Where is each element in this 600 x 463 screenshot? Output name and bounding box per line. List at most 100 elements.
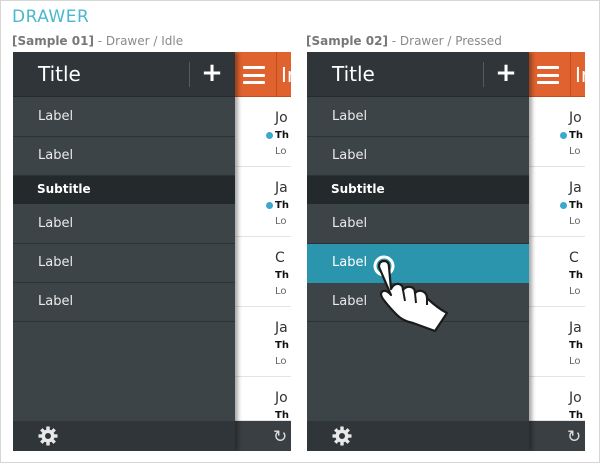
app-footer: ↻ — [235, 421, 291, 451]
drawer-item-label: Label — [38, 294, 74, 309]
app-title: In — [281, 63, 291, 87]
pointing-hand-icon — [369, 253, 455, 333]
drawer-item-label: Label — [332, 255, 368, 270]
app-header: In — [529, 52, 585, 97]
app-header-divider — [276, 52, 277, 97]
message-row[interactable]: JoThLo — [235, 378, 291, 437]
drawer-item-label: Label — [38, 109, 74, 124]
message-preview: Lo — [275, 216, 287, 227]
drawer-header-divider — [189, 62, 190, 87]
drawer-subtitle-label: Subtitle — [37, 182, 91, 196]
message-subject: Th — [569, 340, 583, 351]
message-row[interactable]: Ja Th Lo — [529, 168, 585, 237]
message-subject: Th — [275, 340, 289, 351]
sample-desc: - Drawer / Pressed — [387, 34, 502, 48]
message-row[interactable]: Jo Th Lo — [529, 98, 585, 167]
message-sender: C — [569, 250, 579, 266]
message-subject: Th — [275, 410, 289, 421]
message-preview: Lo — [275, 356, 287, 367]
message-sender: Ja — [569, 320, 582, 336]
hamburger-icon[interactable] — [243, 66, 265, 84]
message-preview: Lo — [569, 146, 581, 157]
message-sender: Ja — [275, 180, 288, 196]
drawer-item-label: Label — [332, 109, 368, 124]
message-row[interactable]: C Th Lo — [235, 238, 291, 307]
message-sender: C — [275, 250, 285, 266]
message-row[interactable]: Ja Th Lo — [235, 168, 291, 237]
drawer-item-label: Label — [38, 216, 74, 231]
message-sender: Jo — [275, 110, 288, 126]
message-sender: Jo — [569, 390, 582, 406]
drawer-footer — [13, 421, 235, 451]
app-header: In — [235, 52, 291, 97]
hamburger-icon[interactable] — [537, 66, 559, 84]
drawer-item[interactable]: Label — [307, 98, 529, 137]
app-header-divider — [570, 52, 571, 97]
plus-icon[interactable]: + — [493, 58, 519, 88]
message-subject: Th — [569, 270, 583, 281]
drawer-item-label: Label — [332, 216, 368, 231]
background-app: InJoThLoJaThLoCThLoJaThLoJoThLo↻ — [529, 52, 585, 451]
message-row[interactable]: JoThLo — [235, 98, 291, 167]
drawer-footer — [307, 421, 529, 451]
drawer-item[interactable]: Label — [13, 205, 235, 244]
drawer-item[interactable]: Label — [13, 244, 235, 283]
message-preview: Lo — [275, 286, 287, 297]
drawer-header: Title + — [307, 52, 529, 97]
message-preview: Lo — [569, 216, 581, 227]
message-subject: Th — [275, 200, 289, 211]
sample-tag: [Sample 01] — [12, 34, 94, 48]
message-subject: Th — [569, 200, 583, 211]
unread-indicator — [266, 132, 273, 139]
drawer-item[interactable]: Label — [13, 283, 235, 322]
sample-desc: - Drawer / Idle — [93, 34, 184, 48]
message-row[interactable]: C Th Lo — [529, 238, 585, 307]
unread-indicator — [560, 132, 567, 139]
background-app: InJoThLoJaThLoCThLoJaThLoJoThLo↻ — [235, 52, 291, 451]
drawer-subtitle: Subtitle — [307, 176, 529, 204]
sample-caption-2: [Sample 02] - Drawer / Pressed — [306, 34, 502, 48]
drawer-header-divider — [483, 62, 484, 87]
drawer-subtitle: Subtitle — [13, 176, 235, 204]
message-sender: Jo — [569, 110, 582, 126]
drawer-item[interactable]: Label — [307, 205, 529, 244]
message-subject: Th — [569, 130, 583, 141]
drawer-item-label: Label — [332, 148, 368, 163]
refresh-icon[interactable]: ↻ — [273, 427, 287, 447]
refresh-icon[interactable]: ↻ — [567, 427, 581, 447]
drawer-item[interactable]: Label — [13, 98, 235, 137]
message-row[interactable]: JoThLo — [529, 378, 585, 437]
drawer-item-label: Label — [332, 294, 368, 309]
plus-icon[interactable]: + — [199, 58, 225, 88]
message-row[interactable]: Ja Th Lo — [529, 308, 585, 377]
drawer-title: Title — [38, 62, 81, 86]
unread-indicator — [560, 202, 567, 209]
message-row[interactable]: Ja Th Lo — [235, 308, 291, 377]
message-sender: Jo — [275, 390, 288, 406]
message-sender: Ja — [275, 320, 288, 336]
sample-tag: [Sample 02] — [306, 34, 388, 48]
drawer-item-label: Label — [38, 255, 74, 270]
navigation-drawer: Title + Label Label Subtitle Label Label Label — [13, 52, 235, 451]
drawer-item-label: Label — [38, 148, 74, 163]
app-title: In — [575, 63, 585, 87]
page-heading: DRAWER — [12, 7, 90, 27]
drawer-title: Title — [332, 62, 375, 86]
drawer-header: Title + — [13, 52, 235, 97]
message-preview: Lo — [569, 286, 581, 297]
message-subject: Th — [569, 410, 583, 421]
unread-indicator — [266, 202, 273, 209]
drawer-subtitle-label: Subtitle — [331, 182, 385, 196]
drawer-item[interactable]: Label — [13, 137, 235, 176]
app-footer: ↻ — [529, 421, 585, 451]
drawer-item[interactable]: Label — [307, 137, 529, 176]
message-preview: Lo — [569, 356, 581, 367]
navigation-drawer: Title + Label Label Subtitle Label Label Label — [307, 52, 529, 451]
phone-screen-sample-2: InJoThLoJaThLoCThLoJaThLoJoThLo↻Title+La… — [307, 52, 585, 451]
sample-caption-1: [Sample 01] - Drawer / Idle — [12, 34, 183, 48]
message-subject: Th — [275, 130, 289, 141]
phone-screen-sample-1: InJoThLoJaThLoCThLoJaThLoJoThLo↻Title+La… — [13, 52, 291, 451]
gear-icon[interactable] — [332, 426, 352, 446]
message-sender: Ja — [569, 180, 582, 196]
gear-icon[interactable] — [38, 426, 58, 446]
